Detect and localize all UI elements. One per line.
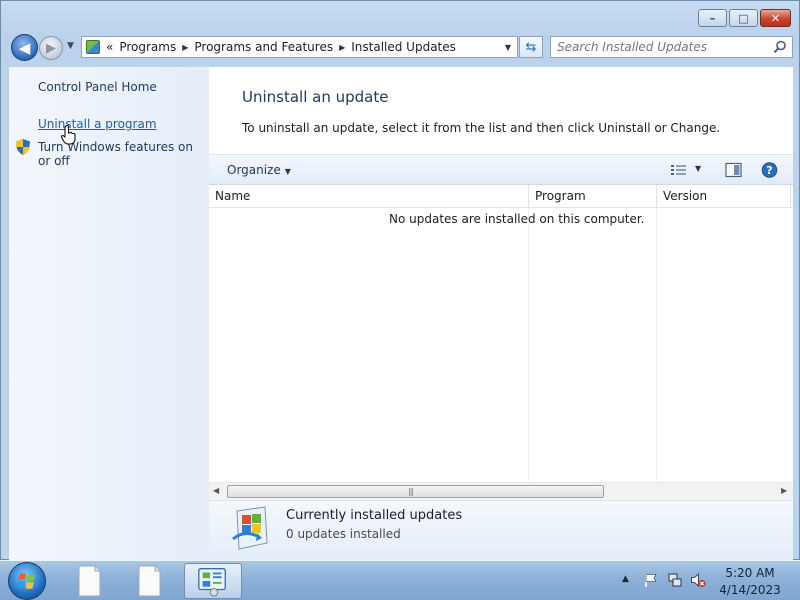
- clock-time: 5:20 AM: [725, 566, 775, 580]
- page-description: To uninstall an update, select it from t…: [242, 121, 721, 135]
- breadcrumb-programs[interactable]: Programs: [119, 40, 176, 54]
- grip-icon: |||: [408, 487, 414, 496]
- breadcrumb-separator-icon[interactable]: ▶: [339, 43, 345, 52]
- chevron-down-icon: ▼: [284, 167, 291, 176]
- uac-shield-icon: [16, 139, 30, 155]
- column-header-version[interactable]: Version: [663, 189, 707, 203]
- column-divider[interactable]: [528, 185, 529, 208]
- control-panel-icon: [86, 40, 100, 54]
- control-panel-icon: [198, 568, 226, 597]
- scroll-left-icon[interactable]: ◀: [213, 486, 219, 495]
- breadcrumb-overflow[interactable]: «: [106, 40, 113, 54]
- taskbar-document-2[interactable]: [127, 563, 171, 599]
- network-icon[interactable]: [667, 572, 683, 588]
- navigation-bar: ◀ ▶ ▼ « Programs ▶ Programs and Features…: [9, 34, 793, 61]
- refresh-icon: ⇆: [525, 39, 537, 55]
- taskbar: ▲ 5:20 AM 4/14/2023: [0, 560, 800, 600]
- maximize-button[interactable]: □: [729, 9, 758, 27]
- preview-pane-icon[interactable]: [725, 162, 742, 178]
- list-column-headers: Name Program Version: [209, 185, 793, 208]
- window: – □ ✕ ◀ ▶ ▼ « Programs ▶ Programs and Fe…: [0, 0, 800, 560]
- start-button[interactable]: [8, 562, 46, 600]
- control-panel-home-link[interactable]: Control Panel Home: [38, 80, 157, 94]
- refresh-button[interactable]: ⇆: [519, 36, 543, 58]
- installed-updates-icon: [232, 506, 268, 550]
- search-icon[interactable]: [773, 40, 787, 54]
- sound-muted-icon[interactable]: [690, 572, 706, 588]
- arrow-left-icon: ◀: [18, 38, 31, 57]
- horizontal-scrollbar[interactable]: ◀ ||| ▶: [209, 482, 793, 500]
- column-header-name[interactable]: Name: [215, 189, 250, 203]
- arrow-right-icon: ▶: [46, 40, 56, 56]
- search-box[interactable]: [550, 36, 793, 58]
- organize-button[interactable]: Organize ▼: [227, 163, 291, 177]
- back-button[interactable]: ◀: [11, 34, 38, 61]
- system-clock[interactable]: 5:20 AM 4/14/2023: [718, 565, 782, 599]
- uninstall-program-link[interactable]: Uninstall a program: [38, 117, 157, 131]
- details-pane: Currently installed updates 0 updates in…: [209, 500, 793, 560]
- organize-label: Organize: [227, 163, 281, 177]
- close-button[interactable]: ✕: [760, 9, 791, 27]
- minimize-button[interactable]: –: [698, 9, 727, 27]
- windows-start-icon: [17, 573, 35, 589]
- breadcrumb-installed-updates[interactable]: Installed Updates: [351, 40, 456, 54]
- clock-date: 4/14/2023: [719, 583, 781, 597]
- details-title: Currently installed updates: [286, 508, 463, 523]
- document-icon: [138, 565, 161, 597]
- forward-button[interactable]: ▶: [39, 36, 63, 60]
- page-title: Uninstall an update: [242, 88, 389, 106]
- scroll-right-icon[interactable]: ▶: [781, 486, 787, 495]
- breadcrumb-programs-and-features[interactable]: Programs and Features: [194, 40, 333, 54]
- scrollbar-thumb[interactable]: |||: [227, 485, 604, 498]
- taskbar-control-panel[interactable]: [184, 563, 242, 599]
- empty-list-message: No updates are installed on this compute…: [389, 212, 645, 226]
- column-gridline: [656, 208, 657, 482]
- svg-text:?: ?: [766, 164, 772, 177]
- column-header-program[interactable]: Program: [535, 189, 586, 203]
- left-task-pane: Control Panel Home Uninstall a program T…: [9, 67, 209, 560]
- action-center-flag-icon[interactable]: [643, 572, 659, 588]
- address-bar[interactable]: « Programs ▶ Programs and Features ▶ Ins…: [81, 36, 518, 58]
- main-pane: Uninstall an update To uninstall an upda…: [209, 67, 793, 560]
- breadcrumb-separator-icon[interactable]: ▶: [182, 43, 188, 52]
- column-gridline: [528, 208, 529, 482]
- help-icon[interactable]: ?: [761, 162, 778, 178]
- search-input[interactable]: [557, 40, 767, 54]
- command-toolbar: Organize ▼ ▼ ?: [209, 154, 793, 185]
- document-icon: [78, 565, 101, 597]
- address-dropdown-icon[interactable]: ▼: [505, 43, 511, 52]
- column-divider[interactable]: [656, 185, 657, 208]
- column-divider[interactable]: [790, 185, 791, 208]
- recent-pages-dropdown[interactable]: ▼: [67, 41, 74, 51]
- caption-buttons: – □ ✕: [698, 9, 791, 27]
- taskbar-document-1[interactable]: [67, 563, 111, 599]
- details-subtitle: 0 updates installed: [286, 527, 401, 541]
- views-dropdown-icon[interactable]: ▼: [695, 164, 701, 173]
- hand-cursor-icon: [61, 125, 76, 145]
- change-view-icon[interactable]: [670, 162, 688, 178]
- show-hidden-icons-button[interactable]: ▲: [622, 574, 629, 584]
